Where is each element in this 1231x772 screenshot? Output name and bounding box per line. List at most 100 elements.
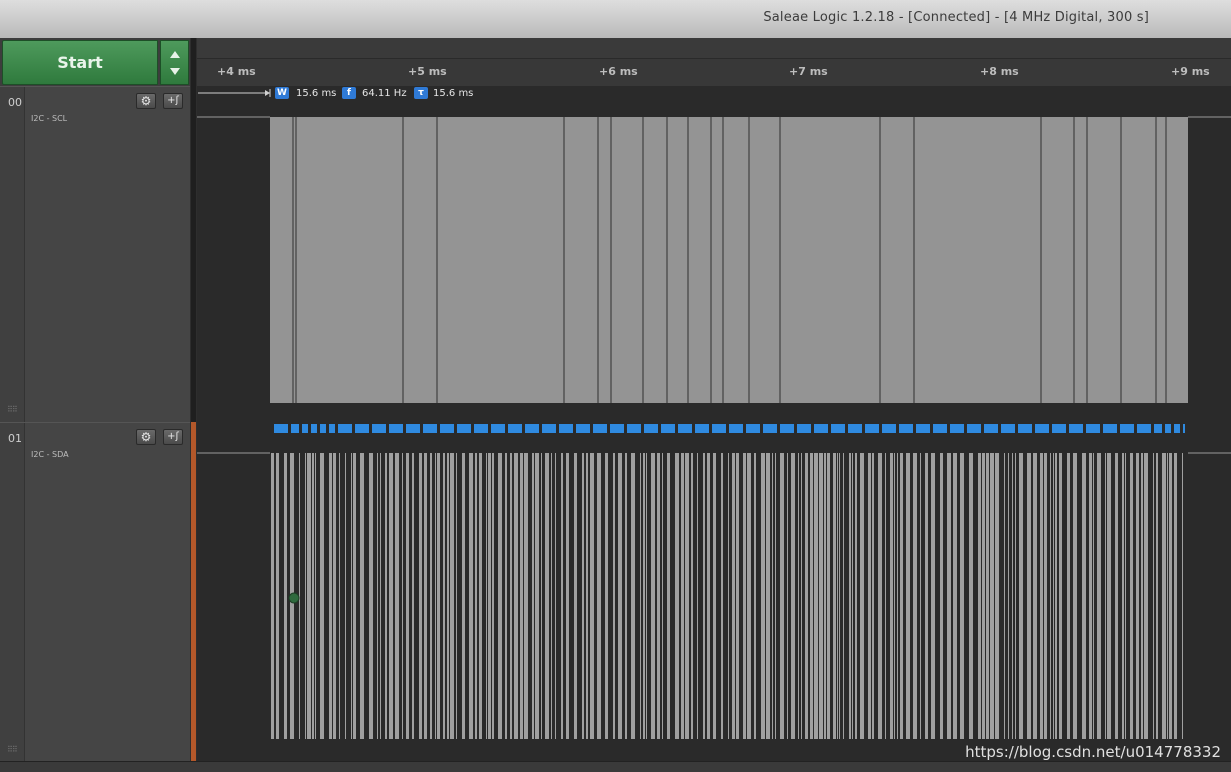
decoded-bubble[interactable]: [610, 424, 624, 433]
sda-pulse: [447, 453, 449, 739]
decoded-bubble[interactable]: [1001, 424, 1015, 433]
decoded-bubble[interactable]: [763, 424, 777, 433]
decoded-bubble[interactable]: [274, 424, 288, 433]
sda-pulse: [389, 453, 393, 739]
decoded-bubble[interactable]: [797, 424, 811, 433]
drag-handle-icon[interactable]: ⠿⠿: [7, 405, 18, 414]
decoded-bubble[interactable]: [474, 424, 488, 433]
decoded-bubble[interactable]: [559, 424, 573, 433]
decoded-bubble[interactable]: [644, 424, 658, 433]
sda-pulse: [732, 453, 735, 739]
sda-pulse: [430, 453, 432, 739]
sda-pulse: [982, 453, 985, 739]
decoded-bubble[interactable]: [406, 424, 420, 433]
sda-pulse: [541, 453, 542, 739]
gear-icon[interactable]: ⚙: [136, 429, 156, 445]
decoded-bubble[interactable]: [865, 424, 879, 433]
decoded-bubble[interactable]: [508, 424, 522, 433]
decoded-bubble[interactable]: [678, 424, 692, 433]
sda-pulse: [780, 453, 784, 739]
decoded-bubble[interactable]: [1086, 424, 1100, 433]
decoded-bubble[interactable]: [967, 424, 981, 433]
sda-pulse: [775, 453, 776, 739]
waveform-area[interactable]: W 15.6 ms f 64.11 Hz τ 15.6 ms: [197, 86, 1231, 761]
channel-name[interactable]: I2C - SDA: [31, 450, 69, 459]
decoded-bubble[interactable]: [729, 424, 743, 433]
decoded-bubble[interactable]: [355, 424, 369, 433]
waveform-canvas[interactable]: [197, 86, 1231, 761]
decoded-bubble[interactable]: [627, 424, 641, 433]
sda-pulse: [479, 453, 482, 739]
trigger-icon[interactable]: +ʃ: [163, 93, 183, 109]
time-ruler[interactable]: +4 ms +5 ms +6 ms +7 ms +8 ms +9 ms: [197, 38, 1231, 87]
decoded-bubble[interactable]: [320, 424, 326, 433]
sda-pulse: [703, 453, 705, 739]
decoded-bubble[interactable]: [882, 424, 896, 433]
start-button[interactable]: Start: [2, 40, 158, 85]
decoded-bubble[interactable]: [423, 424, 437, 433]
decoded-bubble[interactable]: [291, 424, 299, 433]
decoded-bubble[interactable]: [1165, 424, 1171, 433]
sda-pulse: [990, 453, 994, 739]
decoded-bubble[interactable]: [457, 424, 471, 433]
decoded-bubble[interactable]: [525, 424, 539, 433]
decoded-bubble[interactable]: [661, 424, 675, 433]
decoded-bubble[interactable]: [916, 424, 930, 433]
channel-01-panel[interactable]: 01 I2C - SDA ⚙ +ʃ ⠿⠿: [0, 422, 190, 762]
decoded-bubble[interactable]: [593, 424, 607, 433]
decoded-bubble[interactable]: [372, 424, 386, 433]
panel-splitter[interactable]: [190, 38, 197, 761]
channel-number: 00: [8, 96, 22, 109]
decoded-bubble[interactable]: [1154, 424, 1162, 433]
sda-pulse: [721, 453, 723, 739]
decoded-bubble[interactable]: [440, 424, 454, 433]
cursor-marker[interactable]: [288, 592, 300, 604]
decoded-bubble[interactable]: [389, 424, 403, 433]
decoded-bubble[interactable]: [542, 424, 556, 433]
drag-handle-icon[interactable]: ⠿⠿: [7, 745, 18, 754]
sda-pulse: [1125, 453, 1126, 739]
decoded-bubble[interactable]: [695, 424, 709, 433]
decoded-bubble[interactable]: [831, 424, 845, 433]
ruler-scroll-band[interactable]: [197, 38, 1231, 59]
decoded-bubble[interactable]: [1174, 424, 1180, 433]
decoded-bubble[interactable]: [984, 424, 998, 433]
sda-pulse: [305, 453, 306, 739]
sda-pulse: [360, 453, 364, 739]
decoded-bubble[interactable]: [338, 424, 352, 433]
channel-body: [25, 423, 190, 762]
decoded-bubble[interactable]: [1137, 424, 1151, 433]
decoded-bubble[interactable]: [1035, 424, 1049, 433]
decoded-bubble[interactable]: [1018, 424, 1032, 433]
trigger-icon[interactable]: +ʃ: [163, 429, 183, 445]
gear-icon[interactable]: ⚙: [136, 93, 156, 109]
decoded-bubble[interactable]: [302, 424, 308, 433]
channel-name[interactable]: I2C - SCL: [31, 114, 67, 123]
decoded-bubble[interactable]: [848, 424, 862, 433]
sda-pulse: [1097, 453, 1101, 739]
i2c-decoded-bubbles[interactable]: [274, 424, 1185, 433]
decoded-bubble[interactable]: [1069, 424, 1083, 433]
sda-pulse: [545, 453, 549, 739]
decoded-bubble[interactable]: [329, 424, 335, 433]
sda-pulse: [885, 453, 886, 739]
sda-pulse: [1156, 453, 1158, 739]
decoded-bubble[interactable]: [1120, 424, 1134, 433]
channel-00-panel[interactable]: 00 I2C - SCL ⚙ +ʃ ⠿⠿: [0, 86, 190, 422]
decoded-bubble[interactable]: [1183, 424, 1185, 433]
decoded-bubble[interactable]: [1103, 424, 1117, 433]
decoded-bubble[interactable]: [746, 424, 760, 433]
decoded-bubble[interactable]: [491, 424, 505, 433]
decoded-bubble[interactable]: [780, 424, 794, 433]
decoded-bubble[interactable]: [950, 424, 964, 433]
decoded-bubble[interactable]: [311, 424, 317, 433]
decoded-bubble[interactable]: [899, 424, 913, 433]
decoded-bubble[interactable]: [712, 424, 726, 433]
decoded-bubble[interactable]: [814, 424, 828, 433]
decoded-bubble[interactable]: [1052, 424, 1066, 433]
decoded-bubble[interactable]: [933, 424, 947, 433]
capture-options-button[interactable]: [160, 40, 189, 85]
decoded-bubble[interactable]: [576, 424, 590, 433]
sda-pulse: [586, 453, 588, 739]
sda-pulse: [424, 453, 427, 739]
